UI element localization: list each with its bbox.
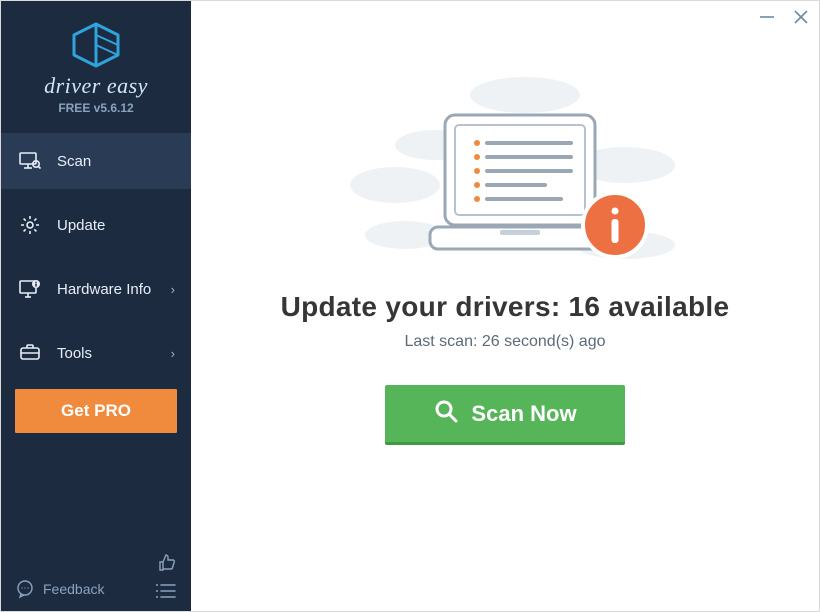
tools-icon [19,343,45,363]
headline-text: Update your drivers: 16 available [281,291,730,323]
get-pro-button[interactable]: Get PRO [15,389,177,433]
sidebar-item-tools[interactable]: Tools › [1,325,191,381]
sidebar: driver easy FREE v5.6.12 Scan [1,1,191,611]
scan-button-label: Scan Now [471,401,576,427]
sidebar-item-hardware-info[interactable]: Hardware Info › [1,261,191,317]
feedback-label: Feedback [43,581,104,597]
feedback-button[interactable]: Feedback [15,579,104,599]
sidebar-item-update[interactable]: Update [1,197,191,253]
thumbs-up-icon[interactable] [157,553,177,573]
window-controls [759,9,809,28]
last-scan-text: Last scan: 26 second(s) ago [404,333,605,351]
chevron-right-icon: › [171,346,175,361]
info-badge-icon [583,193,647,257]
minimize-button[interactable] [759,9,775,28]
scan-monitor-icon [19,152,45,170]
app-window: driver easy FREE v5.6.12 Scan [0,0,820,612]
sidebar-item-label: Update [57,217,105,234]
brand-logo-icon [69,21,123,69]
chat-bubble-icon [15,579,35,599]
get-pro-label: Get PRO [61,401,131,421]
chevron-right-icon: › [171,282,175,297]
sidebar-nav: Scan Update [1,133,191,381]
sidebar-item-label: Hardware Info [57,281,151,298]
close-button[interactable] [793,9,809,28]
scan-now-button[interactable]: Scan Now [385,385,625,445]
magnifier-icon [433,398,459,430]
sidebar-footer: Feedback [1,553,191,611]
brand-block: driver easy FREE v5.6.12 [1,13,191,121]
brand-name: driver easy [44,73,148,99]
sidebar-item-label: Tools [57,345,92,362]
sidebar-item-scan[interactable]: Scan [1,133,191,189]
hardware-info-icon [19,279,45,299]
main-panel: Update your drivers: 16 available Last s… [191,1,819,611]
gear-icon [19,214,45,236]
list-menu-icon[interactable] [155,583,177,599]
brand-version: FREE v5.6.12 [58,101,133,115]
hero-illustration [191,65,819,265]
sidebar-item-label: Scan [57,153,91,170]
